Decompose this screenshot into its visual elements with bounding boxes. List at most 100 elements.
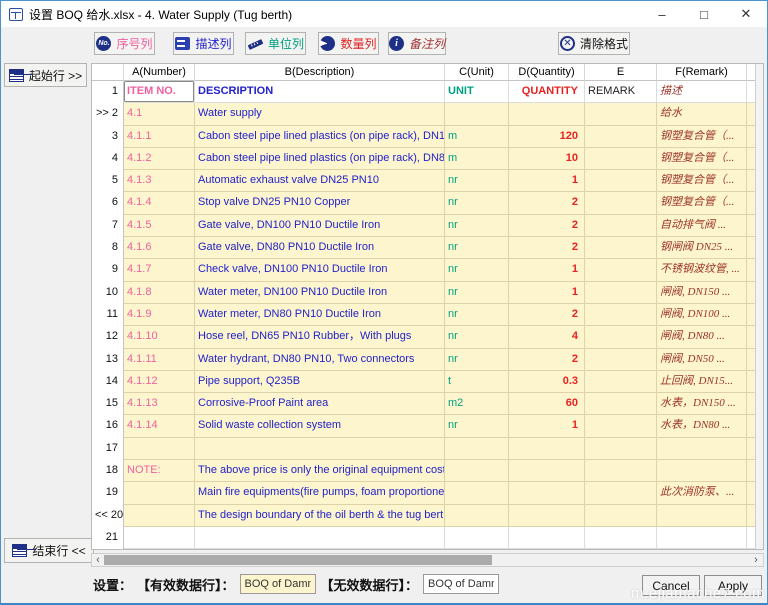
table-cell[interactable]: 闸阀, DN80 ...	[657, 326, 747, 348]
table-cell[interactable]: 闸阀, DN50 ...	[657, 349, 747, 371]
row-number[interactable]: 15	[92, 393, 124, 415]
table-cell[interactable]: 4.1	[124, 103, 195, 125]
table-cell[interactable]: REMARK	[585, 81, 657, 103]
table-cell[interactable]	[445, 527, 509, 549]
row-number[interactable]: 6	[92, 192, 124, 214]
table-cell[interactable]: QUANTITY	[509, 81, 585, 103]
row-number[interactable]: 17	[92, 438, 124, 460]
table-cell[interactable]: UNIT	[445, 81, 509, 103]
table-cell[interactable]: NOTE:	[124, 460, 195, 482]
table-cell[interactable]	[657, 505, 747, 527]
table-cell[interactable]: nr	[445, 192, 509, 214]
table-cell[interactable]: 止回阀, DN15...	[657, 371, 747, 393]
row-number[interactable]: 21	[92, 527, 124, 549]
table-cell[interactable]	[195, 527, 445, 549]
table-cell[interactable]	[585, 438, 657, 460]
row-number[interactable]: 1	[92, 81, 124, 103]
table-cell[interactable]	[445, 505, 509, 527]
table-cell[interactable]: Water hydrant, DN80 PN10, Two connectors	[195, 349, 445, 371]
table-cell[interactable]	[657, 527, 747, 549]
table-cell[interactable]	[509, 482, 585, 504]
row-number[interactable]: 10	[92, 282, 124, 304]
row-number[interactable]: 13	[92, 349, 124, 371]
table-cell[interactable]: 2	[509, 304, 585, 326]
table-cell[interactable]	[657, 438, 747, 460]
table-cell[interactable]: 水表，DN80 ...	[657, 415, 747, 437]
horizontal-scrollbar[interactable]: ‹ ›	[91, 553, 764, 567]
table-cell[interactable]: Solid waste collection system	[195, 415, 445, 437]
table-cell[interactable]: Stop valve DN25 PN10 Copper	[195, 192, 445, 214]
table-cell[interactable]	[124, 527, 195, 549]
table-cell[interactable]: 钢塑复合管（...	[657, 148, 747, 170]
table-cell[interactable]: 1	[509, 259, 585, 281]
table-cell[interactable]: 60	[509, 393, 585, 415]
table-cell[interactable]: 描述	[657, 81, 747, 103]
table-cell[interactable]: 4.1.9	[124, 304, 195, 326]
table-cell[interactable]: 闸阀, DN100 ...	[657, 304, 747, 326]
column-header[interactable]: A(Number)	[124, 64, 195, 81]
table-cell[interactable]	[585, 393, 657, 415]
table-cell[interactable]	[585, 349, 657, 371]
invalid-rows-field[interactable]	[423, 574, 499, 594]
table-cell[interactable]	[585, 415, 657, 437]
table-cell[interactable]: 120	[509, 126, 585, 148]
table-cell[interactable]	[124, 482, 195, 504]
table-cell[interactable]: t	[445, 371, 509, 393]
table-cell[interactable]: m	[445, 148, 509, 170]
table-cell[interactable]: 钢塑复合管（...	[657, 192, 747, 214]
table-cell[interactable]: 4.1.13	[124, 393, 195, 415]
number-column-button[interactable]: No. 序号列	[94, 32, 155, 55]
table-cell[interactable]: 4.1.1	[124, 126, 195, 148]
close-button[interactable]: ✕	[725, 1, 767, 27]
table-cell[interactable]	[445, 460, 509, 482]
table-cell[interactable]: 4.1.5	[124, 215, 195, 237]
table-cell[interactable]: 4.1.8	[124, 282, 195, 304]
table-cell[interactable]: Check valve, DN100 PN10 Ductile Iron	[195, 259, 445, 281]
table-cell[interactable]	[445, 103, 509, 125]
table-cell[interactable]: 4.1.11	[124, 349, 195, 371]
end-row-button[interactable]: 结束行 <<	[4, 538, 94, 563]
table-cell[interactable]: Water supply	[195, 103, 445, 125]
maximize-button[interactable]: □	[683, 1, 725, 27]
table-cell[interactable]: 1	[509, 415, 585, 437]
table-cell[interactable]: 自动排气阀 ...	[657, 215, 747, 237]
table-cell[interactable]: 1	[509, 170, 585, 192]
table-cell[interactable]	[585, 103, 657, 125]
quantity-column-button[interactable]: 数量列	[318, 32, 379, 55]
table-cell[interactable]: nr	[445, 415, 509, 437]
table-cell[interactable]: 2	[509, 349, 585, 371]
column-header[interactable]: E	[585, 64, 657, 81]
table-cell[interactable]	[509, 103, 585, 125]
apply-button[interactable]: Apply	[704, 575, 762, 596]
table-cell[interactable]	[585, 527, 657, 549]
table-cell[interactable]: Pipe support, Q235B	[195, 371, 445, 393]
table-cell[interactable]	[585, 192, 657, 214]
row-number[interactable]: 3	[92, 126, 124, 148]
table-cell[interactable]: The design boundary of the oil berth & t…	[195, 505, 445, 527]
table-cell[interactable]: 1	[509, 282, 585, 304]
table-cell[interactable]: Gate valve, DN80 PN10 Ductile Iron	[195, 237, 445, 259]
table-cell[interactable]: 钢闸阀 DN25 ...	[657, 237, 747, 259]
table-cell[interactable]: Main fire equipments(fire pumps, foam pr…	[195, 482, 445, 504]
table-cell[interactable]	[585, 237, 657, 259]
table-cell[interactable]	[124, 505, 195, 527]
row-number[interactable]: 14	[92, 371, 124, 393]
table-cell[interactable]: 4.1.10	[124, 326, 195, 348]
table-cell[interactable]	[657, 460, 747, 482]
table-cell[interactable]: 4.1.6	[124, 237, 195, 259]
table-cell[interactable]	[585, 482, 657, 504]
table-cell[interactable]: 给水	[657, 103, 747, 125]
column-header[interactable]: B(Description)	[195, 64, 445, 81]
description-column-button[interactable]: 描述列	[173, 32, 234, 55]
scroll-right-arrow-icon[interactable]: ›	[750, 554, 762, 566]
row-number[interactable]: 19	[92, 482, 124, 504]
table-cell[interactable]	[585, 215, 657, 237]
table-cell[interactable]	[509, 460, 585, 482]
table-cell[interactable]: m	[445, 126, 509, 148]
table-cell[interactable]: nr	[445, 259, 509, 281]
table-cell[interactable]: nr	[445, 349, 509, 371]
table-cell[interactable]: Automatic exhaust valve DN25 PN10	[195, 170, 445, 192]
table-cell[interactable]: 不锈钢波纹管, ...	[657, 259, 747, 281]
row-number[interactable]: 4	[92, 148, 124, 170]
table-cell[interactable]	[509, 505, 585, 527]
